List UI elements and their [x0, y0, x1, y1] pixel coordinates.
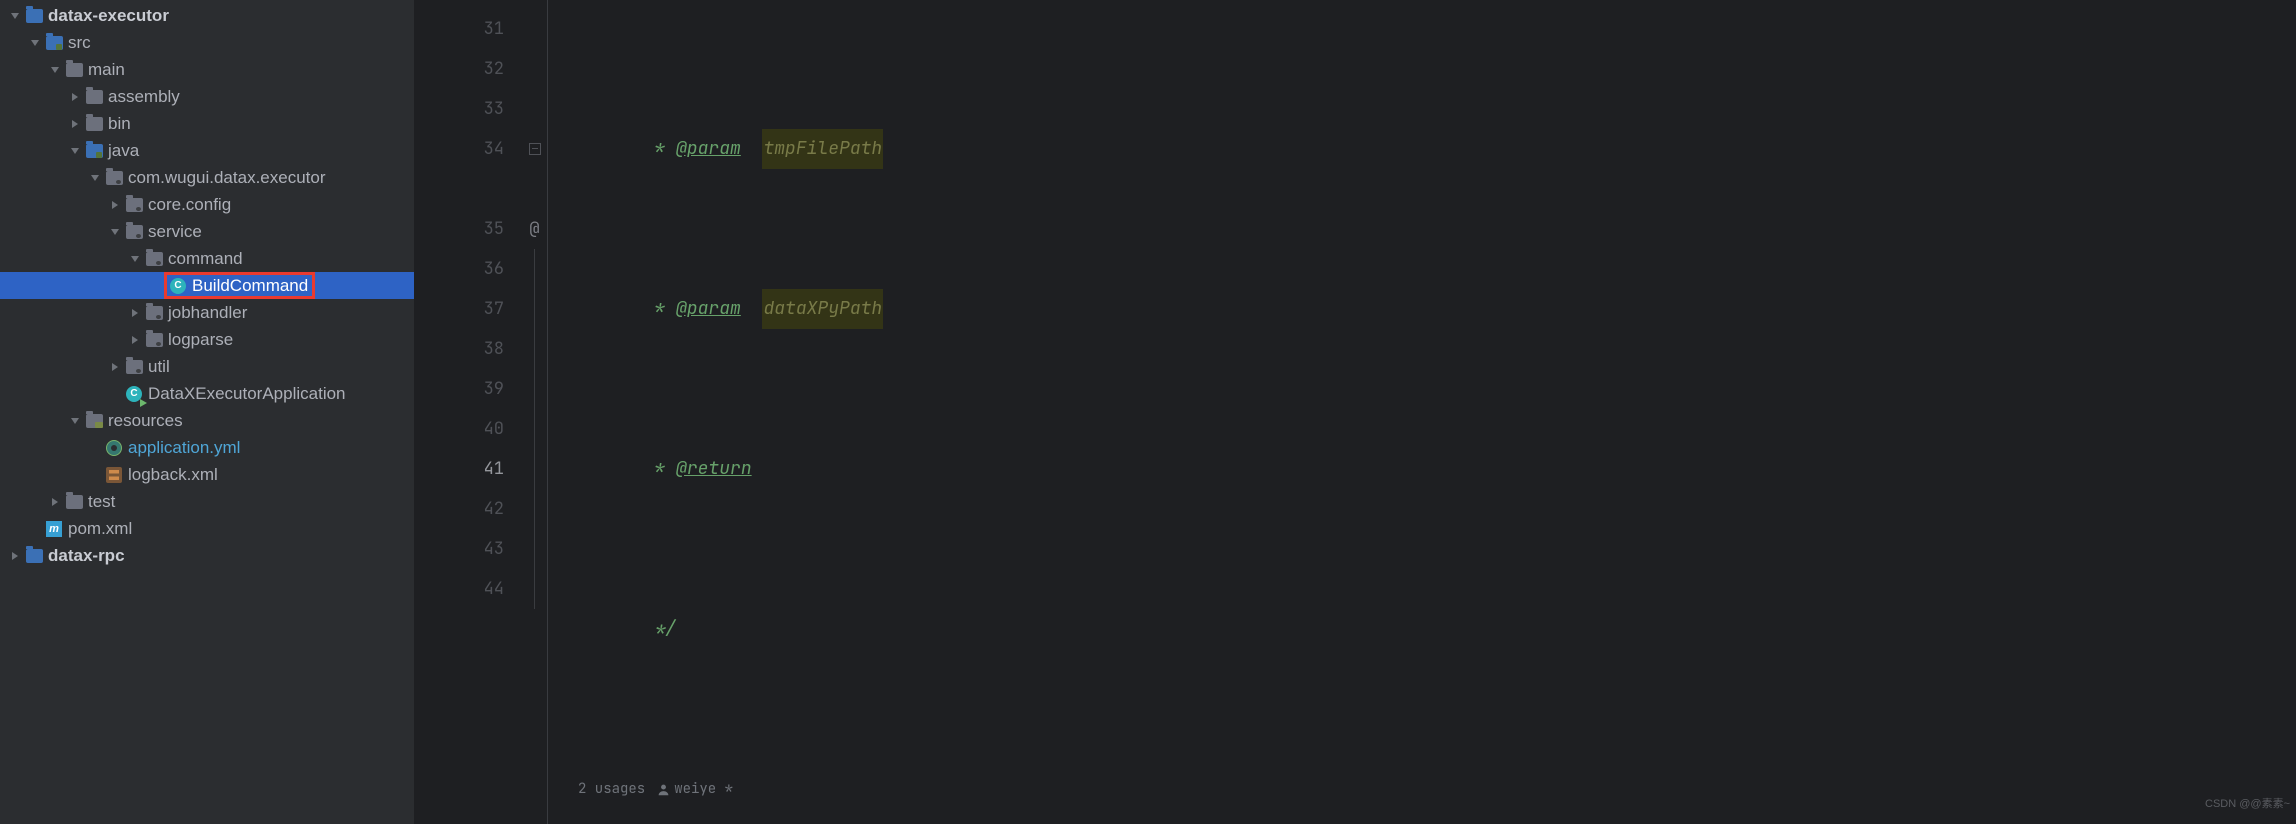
line-number-37[interactable]: 37	[414, 289, 522, 329]
line-number-36[interactable]: 36	[414, 249, 522, 289]
tree-item-service[interactable]: service	[0, 218, 414, 245]
fold-handle-icon[interactable]	[529, 143, 541, 155]
line-number-43[interactable]: 43	[414, 529, 522, 569]
tree-item-dataxexecutorapplication[interactable]: CDataXExecutorApplication	[0, 380, 414, 407]
tree-item-src[interactable]: src	[0, 29, 414, 56]
line-number-44[interactable]: 44	[414, 569, 522, 609]
line-number-42[interactable]: 42	[414, 489, 522, 529]
gutter-mark-31[interactable]	[522, 9, 547, 49]
tree-item-assembly[interactable]: assembly	[0, 83, 414, 110]
gutter-mark-34[interactable]	[522, 129, 547, 169]
gutter-mark-39[interactable]	[522, 369, 547, 409]
code-line-33[interactable]: * @return	[548, 449, 2296, 489]
tree-item-resources[interactable]: resources	[0, 407, 414, 434]
gutter-mark-35[interactable]: @	[522, 209, 547, 249]
gutter-mark-37[interactable]	[522, 289, 547, 329]
gutter-mark-42[interactable]	[522, 489, 547, 529]
gutter-mark-40[interactable]	[522, 409, 547, 449]
line-number-blank[interactable]	[414, 169, 522, 209]
gutter-mark-33[interactable]	[522, 89, 547, 129]
code-editor[interactable]: * @param tmpFilePath * @param dataXPyPat…	[548, 0, 2296, 824]
line-number-34[interactable]: 34	[414, 129, 522, 169]
gutter-mark-44[interactable]	[522, 569, 547, 609]
tree-item-test[interactable]: test	[0, 488, 414, 515]
line-number-31[interactable]: 31	[414, 9, 522, 49]
tree-item-main[interactable]: main	[0, 56, 414, 83]
gutter-fold-column[interactable]: @	[522, 0, 548, 824]
gutter-mark-blank[interactable]	[522, 169, 547, 209]
code-line-34[interactable]: */	[548, 609, 2296, 649]
line-number-38[interactable]: 38	[414, 329, 522, 369]
person-icon	[657, 783, 670, 796]
author-inlay[interactable]: weiye *	[657, 769, 733, 809]
line-number-33[interactable]: 33	[414, 89, 522, 129]
gutter-mark-36[interactable]	[522, 249, 547, 289]
tree-item-datax-executor[interactable]: datax-executor	[0, 2, 414, 29]
gutter-mark-41[interactable]	[522, 449, 547, 489]
gutter-mark-43[interactable]	[522, 529, 547, 569]
usages-inlay[interactable]: 2 usages weiye *	[548, 769, 2296, 809]
line-number-41[interactable]: 41	[414, 449, 522, 489]
watermark: CSDN @@素素~	[2205, 784, 2290, 824]
tree-item-core-config[interactable]: core.config	[0, 191, 414, 218]
tree-item-java[interactable]: java	[0, 137, 414, 164]
tree-item-logparse[interactable]: logparse	[0, 326, 414, 353]
tree-item-jobhandler[interactable]: jobhandler	[0, 299, 414, 326]
code-line-31[interactable]: * @param tmpFilePath	[548, 129, 2296, 169]
tree-item-datax-rpc[interactable]: datax-rpc	[0, 542, 414, 569]
tree-item-buildcommand[interactable]: CBuildCommand	[0, 272, 414, 299]
tree-item-application-yml[interactable]: application.yml	[0, 434, 414, 461]
usages-count[interactable]: 2 usages	[578, 769, 645, 809]
line-number-35[interactable]: 35	[414, 209, 522, 249]
line-number-40[interactable]: 40	[414, 409, 522, 449]
code-line-32[interactable]: * @param dataXPyPath	[548, 289, 2296, 329]
tree-item-com-wugui-datax-executor[interactable]: com.wugui.datax.executor	[0, 164, 414, 191]
override-gutter-icon[interactable]: @	[529, 218, 539, 240]
tree-item-command[interactable]: command	[0, 245, 414, 272]
tree-item-pom-xml[interactable]: mpom.xml	[0, 515, 414, 542]
tree-item-bin[interactable]: bin	[0, 110, 414, 137]
tree-item-logback-xml[interactable]: logback.xml	[0, 461, 414, 488]
tree-item-util[interactable]: util	[0, 353, 414, 380]
line-number-39[interactable]: 39	[414, 369, 522, 409]
line-number-gutter: 31323334 35363738394041424344	[414, 0, 522, 824]
gutter-mark-38[interactable]	[522, 329, 547, 369]
project-tree[interactable]: datax-executorsrcmainassemblybinjavacom.…	[0, 0, 414, 824]
gutter-mark-32[interactable]	[522, 49, 547, 89]
line-number-32[interactable]: 32	[414, 49, 522, 89]
